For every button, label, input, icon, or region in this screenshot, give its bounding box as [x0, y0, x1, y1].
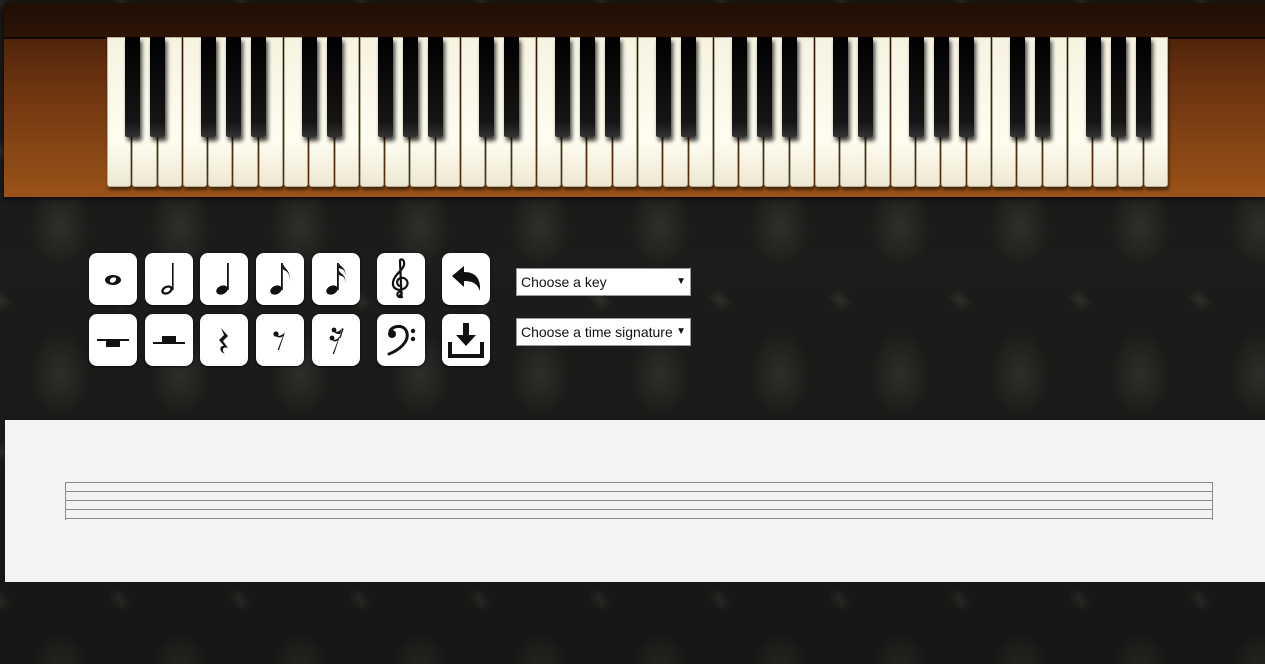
staff-line [66, 518, 1212, 519]
black-key[interactable] [782, 37, 798, 137]
black-key[interactable] [504, 37, 520, 137]
download-icon [448, 323, 484, 358]
sixteenth-rest-button[interactable] [312, 314, 360, 366]
chevron-down-icon: ▼ [676, 276, 686, 287]
key-select-label: Choose a key [521, 274, 607, 290]
half-rest-button[interactable] [145, 314, 193, 366]
black-key[interactable] [150, 37, 166, 137]
black-key[interactable] [731, 37, 747, 137]
black-key[interactable] [959, 37, 975, 137]
bass-clef-icon [387, 324, 416, 356]
black-key[interactable] [1110, 37, 1126, 137]
treble-clef-icon [391, 258, 409, 299]
black-key[interactable] [681, 37, 697, 137]
score-area[interactable] [5, 420, 1265, 582]
piano [4, 3, 1265, 197]
download-button[interactable] [442, 314, 490, 366]
black-key[interactable] [402, 37, 418, 137]
whole-note-icon [105, 275, 121, 285]
bass-clef-button[interactable] [377, 314, 425, 366]
key-select[interactable]: Choose a key ▼ [516, 268, 691, 296]
whole-rest-button[interactable] [89, 314, 137, 366]
black-key[interactable] [478, 37, 494, 137]
time-signature-select[interactable]: Choose a time signature ▼ [516, 318, 691, 346]
eighth-rest-button[interactable] [256, 314, 304, 366]
black-key[interactable] [251, 37, 267, 137]
black-key[interactable] [225, 37, 241, 137]
time-signature-select-label: Choose a time signature [521, 324, 673, 340]
black-key[interactable] [832, 37, 848, 137]
whole-rest-icon [97, 339, 129, 347]
eighth-note-icon [270, 263, 290, 295]
black-key[interactable] [327, 37, 343, 137]
black-key[interactable] [554, 37, 570, 137]
treble-clef-button[interactable] [377, 253, 425, 305]
eighth-note-button[interactable] [256, 253, 304, 305]
black-key[interactable] [428, 37, 444, 137]
staff-line [66, 509, 1212, 510]
staff-line [66, 500, 1212, 501]
black-key[interactable] [1136, 37, 1152, 137]
staff-line [66, 482, 1212, 483]
quarter-rest-icon [219, 328, 228, 354]
black-key[interactable] [655, 37, 671, 137]
staff-line [66, 491, 1212, 492]
quarter-note-button[interactable] [200, 253, 248, 305]
half-rest-icon [153, 336, 185, 344]
whole-note-button[interactable] [89, 253, 137, 305]
black-key[interactable] [605, 37, 621, 137]
piano-keyboard [107, 37, 1169, 192]
black-key[interactable] [1009, 37, 1025, 137]
black-key[interactable] [1085, 37, 1101, 137]
black-key[interactable] [933, 37, 949, 137]
chevron-down-icon: ▼ [676, 326, 686, 337]
black-key[interactable] [858, 37, 874, 137]
black-key[interactable] [1035, 37, 1051, 137]
black-key[interactable] [756, 37, 772, 137]
undo-button[interactable] [442, 253, 490, 305]
undo-icon [452, 266, 481, 291]
black-key[interactable] [200, 37, 216, 137]
black-key[interactable] [301, 37, 317, 137]
quarter-note-icon [216, 263, 229, 295]
black-key[interactable] [908, 37, 924, 137]
piano-lid [4, 3, 1265, 39]
sixteenth-note-button[interactable] [312, 253, 360, 305]
eighth-rest-icon [273, 331, 285, 350]
half-note-button[interactable] [145, 253, 193, 305]
black-key[interactable] [377, 37, 393, 137]
sixteenth-note-icon [326, 263, 346, 295]
black-key[interactable] [579, 37, 595, 137]
half-note-icon [161, 263, 174, 295]
music-staff[interactable] [65, 482, 1213, 520]
black-key[interactable] [124, 37, 140, 137]
sixteenth-rest-icon [329, 327, 344, 354]
quarter-rest-button[interactable] [200, 314, 248, 366]
